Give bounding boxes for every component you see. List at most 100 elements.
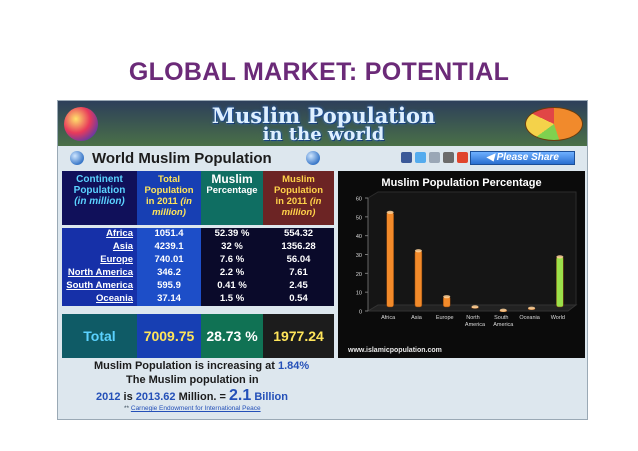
continent-link[interactable]: South America (62, 280, 137, 293)
muslim-population-cell: 56.04 (263, 254, 334, 267)
total-muslim-population-value: 1977.24 (263, 314, 334, 358)
percentage-cell: 52.39 % (201, 228, 263, 241)
banner-subtitle: in the world (262, 124, 385, 145)
header-text: Percentage (206, 185, 258, 196)
chart-site-url[interactable]: www.islamicpopulation.com (348, 347, 442, 354)
header-continent: Continent Population (in million) (62, 171, 137, 225)
x-tick-label: Asia (411, 315, 423, 321)
growth-rate-value: 1.84% (277, 360, 310, 372)
x-tick-label: Oceania (519, 315, 540, 321)
print-icon[interactable] (443, 152, 454, 163)
muslim-population-cell: 2.45 (263, 280, 334, 293)
table-row: Asia 4239.1 32 % 1356.28 (62, 241, 334, 254)
percentage-chart: 0 10 20 30 40 50 60 Africa Asia Europe North Americ… (338, 171, 585, 358)
chart-back-wall (367, 191, 577, 312)
population-value: 2013.62 (135, 391, 176, 403)
total-population-cell: 1051.4 (137, 228, 201, 241)
header-text: Muslim (282, 174, 315, 185)
bar-cap (414, 249, 422, 253)
header-text: in 2011 (275, 196, 308, 207)
total-population-value: 7009.75 (137, 314, 201, 358)
globe-icon (306, 151, 320, 165)
header-muslim-population: Muslim Population in 2011 (in million) (263, 171, 334, 225)
x-tick-label: World (551, 315, 565, 321)
y-tick-label: 20 (356, 272, 362, 278)
header-text: Muslim (211, 172, 253, 186)
y-tick-label: 30 (356, 253, 362, 259)
bar-cap (499, 308, 507, 312)
share-icons (401, 152, 468, 163)
header-text: (in (180, 196, 192, 207)
table-row: Oceania 37.14 1.5 % 0.54 (62, 293, 334, 306)
bar-cap (471, 305, 479, 309)
x-tick-label: North (466, 315, 479, 321)
total-population-cell: 595.9 (137, 280, 201, 293)
header-text: Population (144, 185, 194, 196)
muslim-population-cell: 0.54 (263, 293, 334, 306)
continent-link[interactable]: Oceania (62, 293, 137, 306)
total-label: Total (62, 314, 137, 358)
y-tick-label: 50 (356, 215, 362, 221)
source-prefix: ** (124, 405, 131, 412)
twitter-icon[interactable] (415, 152, 426, 163)
year-value: 2012 (96, 391, 121, 403)
header-text: in 2011 (146, 196, 178, 207)
header-text: (in (309, 196, 322, 207)
section-title: World Muslim Population (92, 150, 272, 167)
footer: Muslim Population is increasing at 1.84%… (58, 358, 587, 419)
continent-link[interactable]: North America (62, 267, 137, 280)
source-credit: ** Carnegie Endowment for International … (124, 405, 261, 412)
header-total-population: Total Population in 2011 (in million) (137, 171, 201, 225)
total-population-cell: 346.2 (137, 267, 201, 280)
bar (386, 212, 394, 308)
total-population-cell: 37.14 (137, 293, 201, 306)
table-row: North America 346.2 2.2 % 7.61 (62, 267, 334, 280)
header-text: Total (158, 174, 180, 185)
header-text: Population (273, 185, 324, 196)
chart-title: Muslim Population Percentage (381, 177, 542, 189)
y-tick-label: 0 (359, 310, 362, 316)
header-text: million) (281, 207, 316, 218)
bar-cap (386, 210, 394, 214)
source-link[interactable]: Carnegie Endowment for International Pea… (131, 405, 261, 412)
email-icon[interactable] (429, 152, 440, 163)
bar-cap (528, 306, 536, 310)
total-percentage-value: 28.73 % (201, 314, 263, 358)
continent-link[interactable]: Europe (62, 254, 137, 267)
continent-link[interactable]: Africa (62, 228, 137, 241)
footer-text: Million. = (175, 391, 230, 403)
y-tick-label: 40 (356, 234, 362, 240)
continent-link[interactable]: Asia (62, 241, 137, 254)
bar (414, 250, 423, 308)
population-2012-text: 2012 is 2013.62 Million. = 2.1 Billion (96, 387, 288, 405)
x-tick-label: South (494, 315, 508, 321)
bar (556, 256, 564, 308)
bar-chart-svg: 0102030405060Africa Asia Europe NorthAmeric… (356, 191, 578, 328)
muslim-population-cell: 1356.28 (263, 241, 334, 254)
billion-value: 2.1 (229, 387, 252, 404)
total-population-cell: 4239.1 (137, 241, 201, 254)
population-2012-label: The Muslim population in (126, 374, 259, 386)
x-tick-label: America (465, 322, 486, 328)
add-share-icon[interactable] (457, 152, 468, 163)
percentage-cell: 32 % (201, 241, 263, 254)
growth-rate-prefix: Muslim Population is increasing at (94, 360, 278, 372)
population-table: Continent Population (in million) Total … (62, 171, 334, 358)
total-population-cell: 740.01 (137, 254, 201, 267)
share-button-label: Please Share (496, 152, 559, 163)
please-share-button[interactable]: ◀ Please Share (470, 151, 575, 165)
table-row: South America 595.9 0.41 % 2.45 (62, 280, 334, 293)
table-row: Africa 1051.4 52.39 % 554.32 (62, 228, 334, 241)
subheader: World Muslim Population ◀ Please Share (58, 146, 587, 171)
x-tick-label: Africa (381, 315, 396, 321)
bar-cap (443, 295, 451, 299)
facebook-icon[interactable] (401, 152, 412, 163)
x-tick-label: America (493, 322, 514, 328)
footer-text: is (120, 391, 136, 403)
billion-label: Billion (251, 391, 288, 403)
muslim-population-infographic: Muslim Population in the world World Mus… (57, 100, 588, 420)
muslim-population-cell: 7.61 (263, 267, 334, 280)
header-text: million) (152, 207, 186, 218)
percentage-cell: 7.6 % (201, 254, 263, 267)
percentage-cell: 0.41 % (201, 280, 263, 293)
